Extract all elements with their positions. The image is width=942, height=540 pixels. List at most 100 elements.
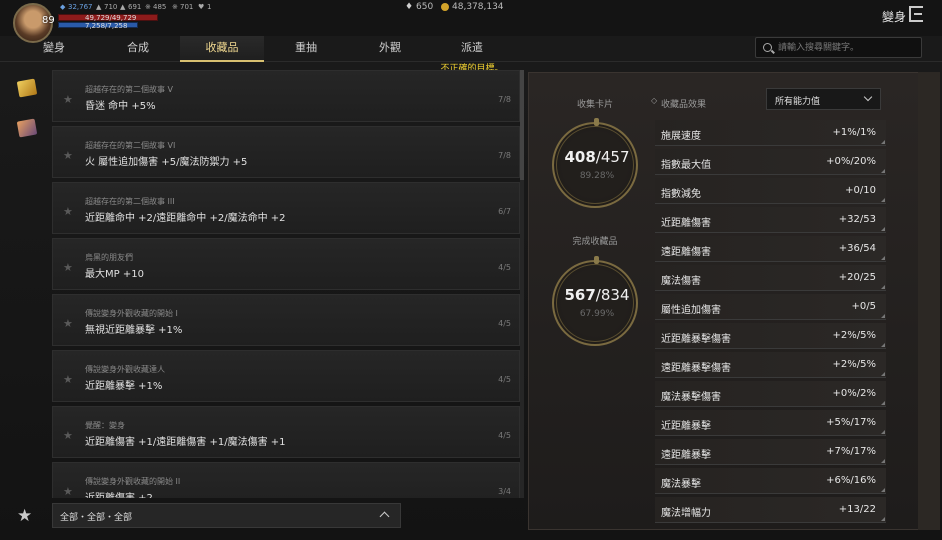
diamond-icon: ♦ — [405, 2, 414, 12]
favorite-star-icon[interactable]: ★ — [63, 373, 73, 386]
item-effect: 昏迷 命中 +5% — [85, 101, 156, 112]
gold-count: 48,378,134 — [452, 2, 504, 12]
stat-filter-value: 所有能力值 — [775, 97, 821, 107]
stat-icon: ▲ — [120, 3, 126, 11]
item-effect: 近距離傷害 +1/遠距離傷害 +1/魔法傷害 +1 — [85, 437, 286, 448]
effect-row: 魔法暴擊 +6%/16% — [655, 468, 886, 494]
effect-value: +6%/16% — [826, 475, 876, 486]
colored-book-icon[interactable] — [16, 118, 38, 138]
gold-coin-icon — [441, 3, 449, 11]
tab-redraw[interactable]: 重抽 — [264, 36, 348, 62]
mp-bar: 7,258/7,258 — [58, 22, 138, 30]
favorite-star-icon[interactable]: ★ — [63, 93, 73, 106]
diamond-icon: ◇ — [651, 96, 658, 105]
search-icon[interactable] — [763, 43, 772, 52]
tab-transform[interactable]: 變身 — [12, 36, 96, 62]
item-title: 傳說變身外觀收藏達人 — [85, 365, 165, 374]
item-title: 超越存在的第二個故事 III — [85, 197, 175, 206]
effect-row: 魔法傷害 +20/25 — [655, 265, 886, 291]
cards-label: 收集卡片 — [576, 100, 613, 110]
stat-value: 1 — [207, 3, 212, 11]
search-input[interactable] — [778, 39, 918, 56]
stat-filter-dropdown[interactable]: 所有能力值 — [766, 88, 881, 110]
favorite-star-icon[interactable]: ★ — [63, 429, 73, 442]
stat-value: 701 — [180, 3, 194, 11]
stat-icon: ※ — [145, 3, 151, 11]
item-effect: 近距離命中 +2/遠距離命中 +2/魔法命中 +2 — [85, 213, 286, 224]
item-title: 覺醒：變身 — [85, 421, 125, 430]
effect-row: 施展速度 +1%/1% — [655, 120, 886, 146]
effect-value: +0/10 — [845, 185, 876, 196]
stat-value: 691 — [128, 3, 142, 11]
tab-collection[interactable]: 收藏品 — [180, 36, 264, 62]
effect-value: +32/53 — [838, 214, 876, 225]
item-progress: 6/7 — [498, 207, 511, 216]
list-item[interactable]: ★ 烏黑的朋友們 最大MP +10 4/5 — [52, 238, 520, 290]
list-item[interactable]: ★ 傳說變身外觀收藏達人 近距離暴擊 +1% 4/5 — [52, 350, 520, 402]
panel-edge — [918, 72, 940, 530]
effect-name: 魔法傷害 — [661, 276, 701, 287]
stat-value: 710 — [104, 3, 118, 11]
combat-power-icon: ◆ — [60, 3, 66, 11]
effect-row: 遠距離暴擊 +7%/17% — [655, 439, 886, 465]
item-progress: 4/5 — [498, 319, 511, 328]
list-item[interactable]: ★ 覺醒：變身 近距離傷害 +1/遠距離傷害 +1/魔法傷害 +1 4/5 — [52, 406, 520, 458]
cards-progress-ring: 408/457 89.28% — [552, 118, 638, 208]
player-level: 89 — [42, 15, 55, 26]
list-item[interactable]: ★ 超越存在的第二個故事 VI 火 屬性追加傷害 +5/魔法防禦力 +5 7/8 — [52, 126, 520, 178]
exit-icon[interactable] — [909, 6, 923, 22]
favorite-star-icon[interactable]: ★ — [63, 485, 73, 498]
search-box[interactable] — [755, 37, 922, 58]
corner-marker — [881, 372, 885, 376]
list-item[interactable]: ★ 超越存在的第二個故事 V 昏迷 命中 +5% 7/8 — [52, 70, 520, 122]
effect-name: 魔法增幅力 — [661, 508, 711, 519]
favorite-star-icon[interactable]: ★ — [63, 317, 73, 330]
cards-count: 408/457 — [564, 148, 630, 166]
effect-name: 遠距離傷害 — [661, 247, 711, 258]
corner-marker — [881, 401, 885, 405]
effect-value: +2%/5% — [832, 330, 876, 341]
effect-row: 近距離暴擊傷害 +2%/5% — [655, 323, 886, 349]
effect-row: 近距離傷害 +32/53 — [655, 207, 886, 233]
favorites-star-icon[interactable]: ★ — [17, 506, 32, 526]
list-item[interactable]: ★ 傳說變身外觀收藏的開始 II 近距離傷害 +2 3/4 — [52, 462, 520, 498]
list-scrollbar-thumb[interactable] — [520, 70, 524, 180]
effect-name: 魔法暴擊 — [661, 479, 701, 490]
corner-marker — [881, 198, 885, 202]
effect-value: +36/54 — [838, 243, 876, 254]
tab-dispatch[interactable]: 派遣 — [430, 36, 514, 62]
favorite-star-icon[interactable]: ★ — [63, 149, 73, 162]
stat-icon: ♥ — [198, 3, 205, 11]
cards-percent: 89.28% — [579, 171, 615, 181]
filter-dropdown[interactable]: 全部・全部・全部 — [52, 503, 401, 528]
effect-value: +7%/17% — [826, 446, 876, 457]
effect-value: +0%/2% — [832, 388, 876, 399]
corner-marker — [881, 256, 885, 260]
combat-power-value: 32,767 — [68, 3, 93, 11]
mp-text: 7,258/7,258 — [85, 22, 128, 30]
effect-value: +1%/1% — [832, 127, 876, 138]
item-title: 傳說變身外觀收藏的開始 II — [85, 477, 181, 486]
favorite-star-icon[interactable]: ★ — [63, 205, 73, 218]
collection-list: ★ 超越存在的第二個故事 V 昏迷 命中 +5% 7/8 ★ 超越存在的第二個故… — [52, 70, 520, 498]
corner-marker — [881, 169, 885, 173]
item-progress: 4/5 — [498, 375, 511, 384]
item-progress: 3/4 — [498, 487, 511, 496]
gold-book-icon[interactable] — [16, 78, 38, 98]
favorite-star-icon[interactable]: ★ — [63, 261, 73, 274]
item-progress: 4/5 — [498, 431, 511, 440]
corner-marker — [881, 488, 885, 492]
list-item[interactable]: ★ 傳說變身外觀收藏的開始 I 無視近距離暴擊 +1% 4/5 — [52, 294, 520, 346]
diamond-count: 650 — [416, 2, 434, 12]
tab-appearance[interactable]: 外觀 — [348, 36, 432, 62]
list-item[interactable]: ★ 超越存在的第二個故事 III 近距離命中 +2/遠距離命中 +2/魔法命中 … — [52, 182, 520, 234]
effect-value: +5%/17% — [826, 417, 876, 428]
stat-icon: ▲ — [96, 3, 102, 11]
stat-value: 485 — [153, 3, 167, 11]
stat-icon: ※ — [172, 3, 178, 11]
tab-synthesis[interactable]: 合成 — [96, 36, 180, 62]
effect-name: 指數最大值 — [661, 160, 711, 171]
item-progress: 7/8 — [498, 95, 511, 104]
item-effect: 近距離暴擊 +1% — [85, 381, 163, 392]
effect-name: 魔法暴擊傷害 — [661, 392, 721, 403]
